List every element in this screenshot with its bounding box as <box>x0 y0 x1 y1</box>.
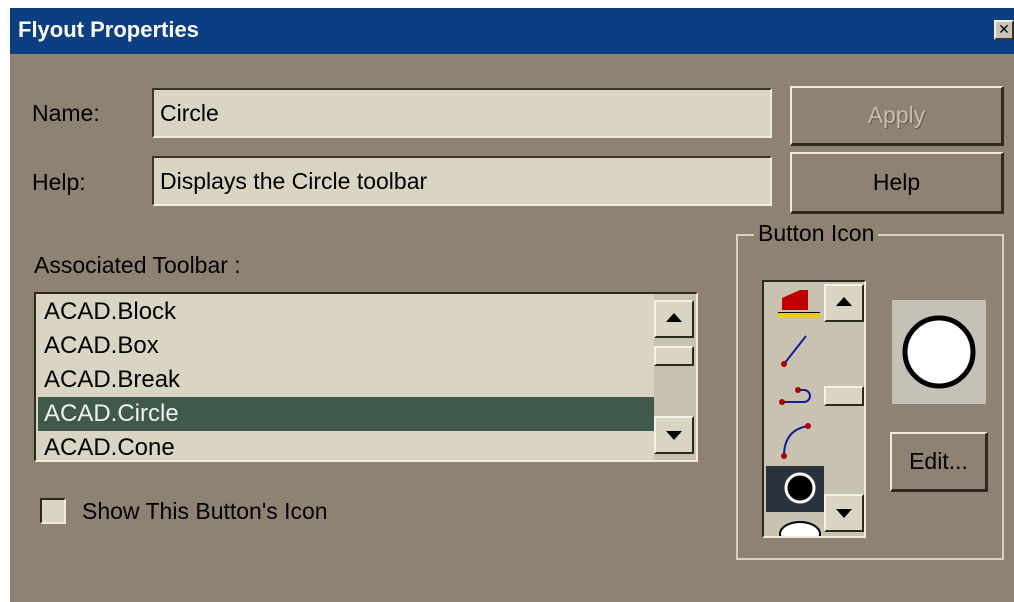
associated-toolbar-label: Associated Toolbar : <box>34 252 241 278</box>
name-label: Name: <box>32 100 100 126</box>
show-icon-checkbox[interactable] <box>40 498 66 524</box>
arc-icon[interactable] <box>770 420 824 462</box>
icon-list-scrollbar[interactable] <box>824 282 864 536</box>
button-icon-list[interactable] <box>762 280 866 538</box>
arrow-up-icon <box>836 297 852 306</box>
edit-button[interactable]: Edit... <box>890 432 988 492</box>
list-item[interactable]: ACAD.Block <box>38 295 654 329</box>
ellipse-icon[interactable] <box>770 514 824 536</box>
list-item[interactable]: ACAD.Cone <box>38 431 654 460</box>
apply-button[interactable]: Apply <box>790 86 1004 146</box>
associated-toolbar-list[interactable]: ACAD.Block ACAD.Box ACAD.Break ACAD.Circ… <box>34 292 698 462</box>
arrow-down-icon <box>666 431 682 440</box>
scroll-down-button[interactable] <box>654 416 694 454</box>
name-field[interactable]: Circle <box>152 88 772 138</box>
arrow-down-icon <box>836 509 852 518</box>
help-label: Help: <box>32 169 86 195</box>
box-icon[interactable] <box>770 286 824 328</box>
show-icon-label: Show This Button's Icon <box>82 498 328 524</box>
help-button-label: Help <box>872 169 921 195</box>
icon-scroll-thumb[interactable] <box>824 386 864 406</box>
close-button[interactable]: ✕ <box>994 20 1014 40</box>
scroll-thumb[interactable] <box>654 346 694 366</box>
line-icon[interactable] <box>770 330 824 372</box>
apply-button-label: Apply <box>867 102 926 128</box>
arrow-up-icon <box>666 313 682 322</box>
flyout-properties-dialog: Flyout Properties ✕ Name: Circle Help: D… <box>10 8 1014 602</box>
help-button[interactable]: Help <box>790 152 1004 214</box>
list-item[interactable]: ACAD.Box <box>38 329 654 363</box>
edit-button-label: Edit... <box>909 448 968 474</box>
dialog-title: Flyout Properties <box>18 17 199 42</box>
circle-icon[interactable] <box>770 468 824 510</box>
toolbar-list-scrollbar[interactable] <box>654 294 696 460</box>
list-item[interactable]: ACAD.Break <box>38 363 654 397</box>
circle-icon <box>902 315 976 389</box>
help-text-field[interactable]: Displays the Circle toolbar <box>152 156 772 206</box>
title-bar[interactable]: Flyout Properties ✕ <box>10 8 1014 54</box>
break-icon[interactable] <box>770 376 824 418</box>
scroll-up-button[interactable] <box>654 300 694 338</box>
list-item-selected[interactable]: ACAD.Circle <box>38 397 654 431</box>
icon-scroll-down-button[interactable] <box>824 494 864 532</box>
icon-preview <box>892 300 986 404</box>
button-icon-group-label: Button Icon <box>754 220 879 247</box>
close-icon: ✕ <box>998 21 1010 37</box>
icon-scroll-up-button[interactable] <box>824 284 864 322</box>
